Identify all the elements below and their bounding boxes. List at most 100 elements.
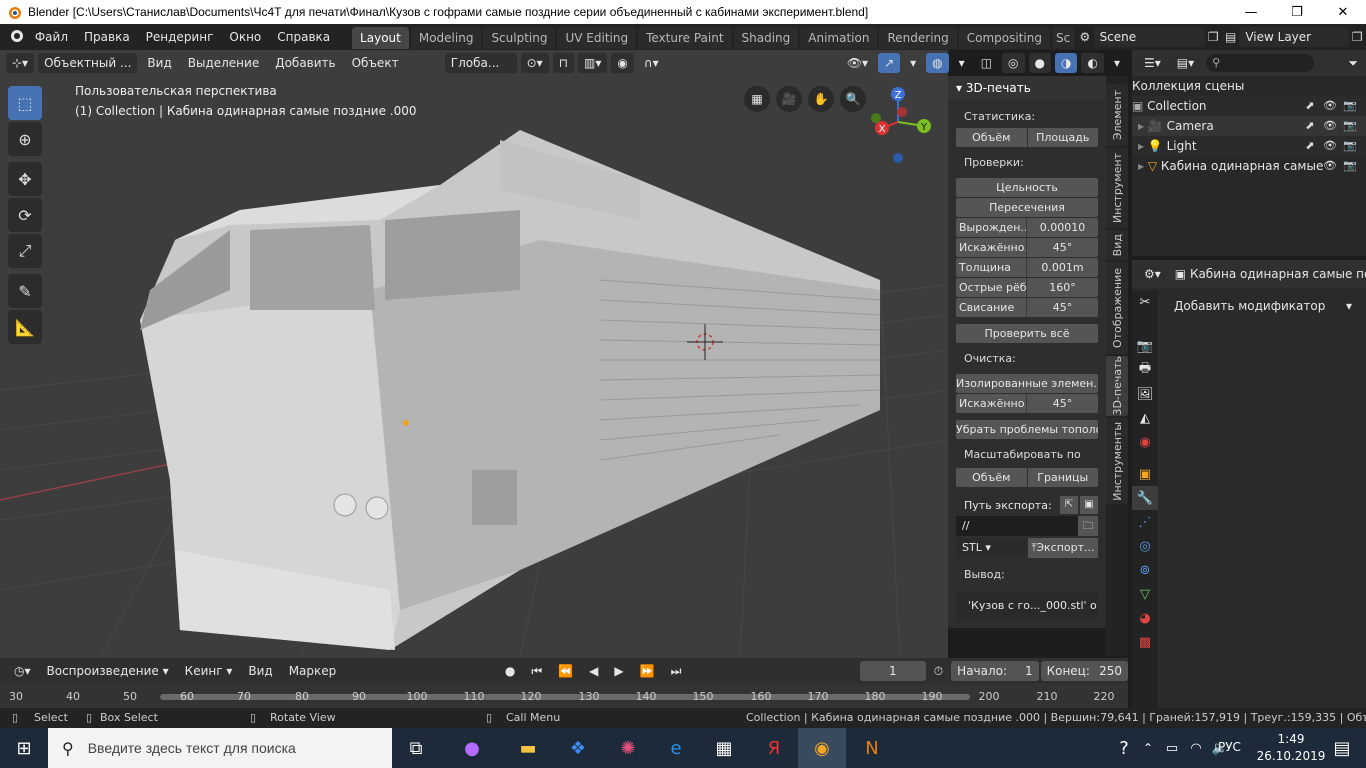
transform-orientation[interactable]: Глоба... xyxy=(444,53,517,73)
overhang-button[interactable]: Свисание xyxy=(956,298,1026,317)
windows-start-icon[interactable]: ⊞ xyxy=(0,728,48,768)
filter-icon[interactable]: ⏷ xyxy=(1342,53,1364,73)
start-frame-field[interactable]: Начало: 1 xyxy=(951,661,1039,681)
outliner-editor-icon[interactable]: ☰▾ xyxy=(1138,53,1167,73)
visibility-icon[interactable]: 👁▾ xyxy=(841,53,874,73)
fix-topology-button[interactable]: Убрать проблемы тополо... xyxy=(956,420,1098,439)
menu-render[interactable]: Рендеринг xyxy=(138,24,222,50)
thickness-value[interactable]: 0.001m xyxy=(1026,258,1098,277)
add-modifier-dropdown[interactable]: Добавить модификатор ▾ xyxy=(1166,296,1358,316)
menu-window[interactable]: Окно xyxy=(221,24,269,50)
distorted-button[interactable]: Искажённо... xyxy=(956,238,1026,257)
select-arrow-icon[interactable]: ⬈ xyxy=(1300,136,1320,156)
display-mode-icon[interactable]: ▤▾ xyxy=(1170,53,1201,73)
menu-help[interactable]: Справка xyxy=(269,24,338,50)
export-format-select[interactable]: STL ▾ xyxy=(956,538,1026,558)
shading-material-icon[interactable]: ◑ xyxy=(1055,53,1078,73)
alice-icon[interactable]: ● xyxy=(448,728,496,768)
view-layer-icon[interactable]: ▤ xyxy=(1222,27,1239,47)
calculator-icon[interactable]: ▦ xyxy=(700,728,748,768)
tab-animation[interactable]: Animation xyxy=(800,27,878,49)
outliner-item[interactable]: ▸ ▽ Кабина одинарная самые 👁 📷 xyxy=(1132,156,1366,176)
shading-dropdown-icon[interactable]: ▾ xyxy=(1108,53,1126,73)
eye-icon[interactable]: 👁 xyxy=(1320,136,1340,156)
camera-render-icon[interactable]: 📷 xyxy=(1340,136,1360,156)
clock-date[interactable]: 26.10.2019 xyxy=(1256,749,1326,763)
annotate-tool-icon[interactable]: ✎ xyxy=(8,274,42,308)
clock-time[interactable]: 1:49 xyxy=(1256,732,1326,746)
material-props-icon[interactable]: ◕ xyxy=(1132,606,1158,630)
select-arrow-icon[interactable]: ⬈ xyxy=(1300,96,1320,116)
thickness-button[interactable]: Толщина xyxy=(956,258,1026,277)
tab-tools[interactable]: Инструменты xyxy=(1106,418,1128,504)
play-icon[interactable]: ▶ xyxy=(608,661,630,681)
menu-add[interactable]: Добавить xyxy=(269,53,341,73)
tab-sculpting[interactable]: Sculpting xyxy=(483,27,556,49)
shading-solid-icon[interactable]: ● xyxy=(1028,53,1051,73)
measure-tool-icon[interactable]: 📐 xyxy=(8,310,42,344)
export-button[interactable]: ⤒Экспорт... xyxy=(1028,538,1098,558)
falloff-icon[interactable]: ∩▾ xyxy=(638,53,665,73)
tab-item[interactable]: Элемент xyxy=(1106,84,1128,146)
paint-app-icon[interactable]: ✺ xyxy=(604,728,652,768)
snap-target-icon[interactable]: ▥▾ xyxy=(578,53,608,73)
overhang-value[interactable]: 45° xyxy=(1026,298,1098,317)
outliner-item[interactable]: ▸ 💡 Light ⬈ 👁 📷 xyxy=(1132,136,1366,156)
texture-props-icon[interactable]: ▩ xyxy=(1132,630,1158,654)
play-reverse-icon[interactable]: ◀ xyxy=(583,661,605,681)
export-path-field[interactable]: // xyxy=(956,516,1078,536)
help-icon[interactable]: ? xyxy=(1112,728,1136,768)
camera-view-icon[interactable]: 🎥 xyxy=(776,86,802,112)
blender-taskbar-icon[interactable]: ◉ xyxy=(798,728,846,768)
tab-view[interactable]: Вид xyxy=(1106,230,1128,260)
outliner-item[interactable]: ▸ 🎥 Camera ⬈ 👁 📷 xyxy=(1132,116,1366,136)
shading-rendered-icon[interactable]: ◐ xyxy=(1081,53,1104,73)
record-icon[interactable]: ● xyxy=(498,661,522,681)
tool-props-icon[interactable]: ✂ xyxy=(1132,290,1158,314)
menu-view[interactable]: Вид xyxy=(141,53,177,73)
physics-props-icon[interactable]: ◎ xyxy=(1132,534,1158,558)
modifier-props-icon[interactable]: 🔧 xyxy=(1132,486,1158,510)
timeline-ruler[interactable]: 30 40 50 60 70 80 90 100 110 120 130 140… xyxy=(0,684,1128,708)
end-frame-field[interactable]: Конец: 250 xyxy=(1040,661,1128,681)
constraints-props-icon[interactable]: ⊚ xyxy=(1132,558,1158,582)
scene-selector[interactable]: Scene xyxy=(1093,27,1205,47)
select-arrow-icon[interactable]: ⬈ xyxy=(1300,116,1320,136)
camera-render-icon[interactable]: 📷 xyxy=(1340,116,1360,136)
new-scene-icon[interactable]: ❐ xyxy=(1205,27,1222,47)
check-all-button[interactable]: Проверить всё xyxy=(956,324,1098,343)
prev-keyframe-icon[interactable]: ⏪ xyxy=(552,661,580,681)
scale-tool-icon[interactable]: ⤢ xyxy=(8,234,42,268)
shading-wireframe-icon[interactable]: ◎ xyxy=(1002,53,1025,73)
task-view-icon[interactable]: ⧉ xyxy=(392,728,440,768)
timeline-view-menu[interactable]: Вид xyxy=(242,661,278,681)
object-props-icon[interactable]: ▣ xyxy=(1132,462,1158,486)
output-props-icon[interactable]: 🖶 xyxy=(1132,358,1158,382)
wifi-icon[interactable]: ◠ xyxy=(1184,728,1208,768)
new-view-layer-icon[interactable]: ❐ xyxy=(1349,27,1366,47)
jump-end-icon[interactable]: ⏭ xyxy=(664,661,688,681)
network-icon[interactable]: ▭ xyxy=(1160,728,1184,768)
tab-shading[interactable]: Shading xyxy=(733,27,799,49)
tab-display[interactable]: Отображение xyxy=(1106,262,1128,354)
overlays-dropdown-icon[interactable]: ▾ xyxy=(953,53,971,73)
marker-menu[interactable]: Маркер xyxy=(283,661,343,681)
integrity-button[interactable]: Цельность xyxy=(956,178,1098,197)
cleanup-distorted-value[interactable]: 45° xyxy=(1026,394,1098,413)
scene-icon[interactable]: ⚙ xyxy=(1076,27,1093,47)
pan-hand-icon[interactable]: ✋ xyxy=(808,86,834,112)
scale-bounds-button[interactable]: Границы xyxy=(1027,468,1098,487)
tab-compositing[interactable]: Compositing xyxy=(958,27,1050,49)
snap-icon[interactable]: ⊓ xyxy=(552,53,575,73)
cursor-tool-icon[interactable]: ⊕ xyxy=(8,122,42,156)
scale-volume-button[interactable]: Объём xyxy=(956,468,1027,487)
cleanup-distorted-button[interactable]: Искажённо... xyxy=(956,394,1026,413)
playback-menu[interactable]: Воспроизведение ▾ xyxy=(40,661,175,681)
menu-select[interactable]: Выделение xyxy=(182,53,265,73)
tab-tool[interactable]: Инструмент xyxy=(1106,148,1128,228)
menu-object[interactable]: Объект xyxy=(346,53,405,73)
select-box-tool-icon[interactable]: ⬚ xyxy=(8,86,42,120)
sharp-edges-value[interactable]: 160° xyxy=(1026,278,1098,297)
view-layer-props-icon[interactable]: 🖼 xyxy=(1132,382,1158,406)
frame-range-bar[interactable] xyxy=(160,694,970,700)
